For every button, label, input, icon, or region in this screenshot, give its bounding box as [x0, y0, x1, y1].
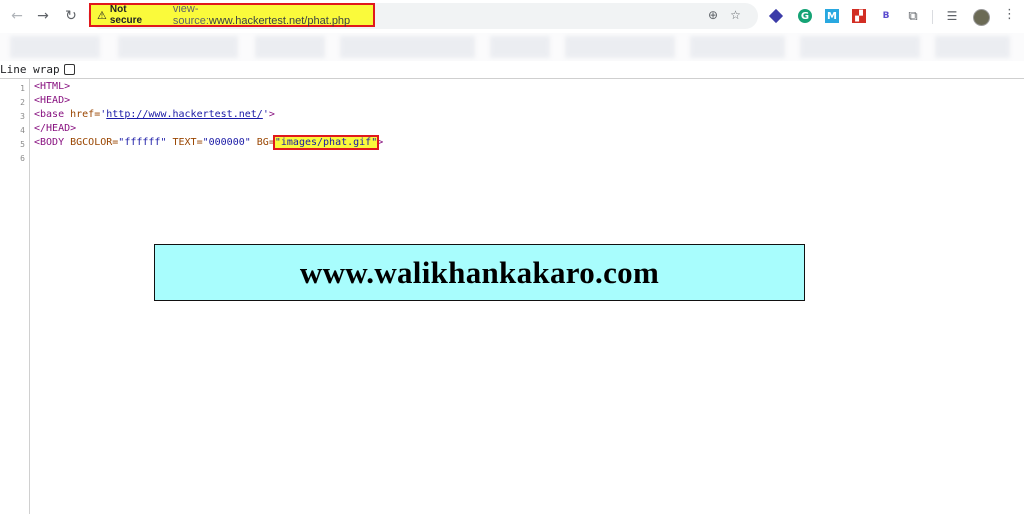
href-attribute: href= [70, 109, 101, 120]
browser-menu-icon[interactable]: ⋮ [1003, 7, 1016, 22]
body-tag: <BODY [34, 137, 71, 148]
text-attribute: TEXT= [166, 137, 203, 148]
forward-button[interactable]: → [32, 5, 54, 27]
line-number: 4 [20, 126, 25, 135]
url-text: view-source:www.hackertest.net/phat.php [173, 3, 373, 27]
bookmark-star-icon[interactable]: ☆ [730, 8, 741, 22]
line-number: 2 [20, 98, 25, 107]
bg-image-path: images/phat.gif [280, 137, 372, 148]
tag-close: > [377, 137, 384, 148]
divider [0, 78, 1024, 79]
url-value: www.hackertest.net/phat.php [208, 15, 351, 27]
watermark-banner: www.walikhankakaro.com [154, 244, 805, 301]
bg-value-highlight: "images/phat.gif" [272, 135, 380, 150]
browser-toolbar: ← → ↻ ⚠ Not secure view-source:www.hacke… [0, 0, 1024, 33]
line-wrap-checkbox[interactable] [63, 63, 75, 75]
watermark-text: www.walikhankakaro.com [299, 254, 660, 290]
head-close-tag: </HEAD> [34, 123, 77, 134]
arrow-left-icon: ← [11, 8, 23, 24]
line-number-gutter: 1 2 3 4 5 6 [0, 79, 30, 514]
base-tag: <base [34, 109, 71, 120]
url-highlight[interactable]: ⚠ Not secure view-source:www.hackertest.… [89, 3, 375, 27]
reload-icon: ↻ [65, 8, 77, 24]
html-tag: <HTML> [34, 81, 71, 92]
security-chip[interactable]: Not secure [110, 4, 161, 26]
profile-avatar[interactable] [973, 9, 990, 26]
line-number: 5 [20, 140, 25, 149]
line-number: 3 [20, 112, 25, 121]
omnibox-actions: ⊕ ☆ [708, 8, 741, 22]
mail-extension-icon[interactable]: M [825, 9, 839, 23]
bgcolor-attribute: BGCOLOR= [70, 137, 119, 148]
line-number: 6 [20, 154, 25, 163]
back-button[interactable]: ← [6, 5, 28, 27]
text-value: "000000" [202, 137, 251, 148]
reading-list-icon[interactable]: ☰ [945, 9, 959, 23]
toolbar-separator [932, 10, 933, 24]
zoom-icon[interactable]: ⊕ [708, 8, 718, 22]
arrow-right-icon: → [37, 8, 49, 24]
reload-button[interactable]: ↻ [60, 5, 82, 27]
source-line-5: <BODY BGCOLOR="ffffff" TEXT="000000" BG=… [34, 135, 384, 150]
bold-extension-icon[interactable]: B [879, 9, 893, 23]
source-line-1: <HTML> [34, 80, 70, 94]
line-number: 1 [20, 84, 25, 93]
tag-close: > [268, 109, 275, 120]
bgcolor-value: "ffffff" [118, 137, 167, 148]
extension-hexagon-icon[interactable] [768, 8, 784, 24]
base-href-link[interactable]: http://www.hackertest.net/ [106, 109, 263, 120]
line-wrap-toggle[interactable]: Line wrap [0, 61, 75, 77]
head-tag: <HEAD> [34, 95, 71, 106]
source-line-2: <HEAD> [34, 94, 70, 108]
grammarly-extension-icon[interactable]: G [798, 9, 812, 23]
warning-icon: ⚠ [97, 8, 107, 22]
source-line-4: </HEAD> [34, 122, 76, 136]
url-prefix: view-source: [172, 3, 209, 27]
bookmarks-bar [0, 33, 1024, 61]
line-wrap-label: Line wrap [0, 62, 60, 76]
extensions-puzzle-icon[interactable]: ⧉ [906, 9, 920, 24]
pdf-extension-icon[interactable]: ▞ [852, 9, 866, 23]
bg-attribute: BG= [250, 137, 275, 148]
source-line-3: <base href='http://www.hackertest.net/'> [34, 108, 275, 122]
